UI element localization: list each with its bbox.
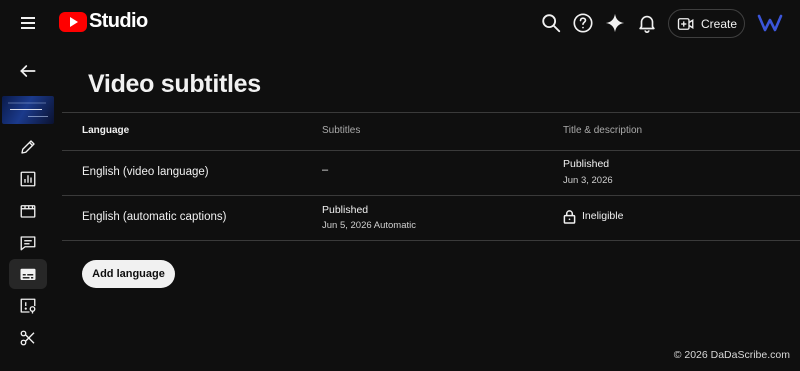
column-header-title-description: Title & description: [563, 125, 643, 136]
sidebar-item-editor[interactable]: [9, 196, 47, 226]
search-icon[interactable]: [540, 12, 562, 34]
row-subtitles-status[interactable]: –: [322, 164, 328, 176]
sidebar: [0, 46, 56, 371]
back-button[interactable]: [9, 56, 47, 86]
page-title: Video subtitles: [88, 70, 261, 98]
studio-logo[interactable]: Studio: [59, 10, 148, 33]
copyright-footer: © 2026 DaDaScribe.com: [673, 349, 790, 361]
sidebar-item-copyright[interactable]: [9, 291, 47, 321]
divider: [62, 150, 800, 151]
comments-icon: [20, 236, 36, 251]
divider: [62, 112, 800, 113]
create-video-icon: [677, 17, 694, 30]
edit-icon: [21, 140, 35, 154]
copyright-icon: [20, 298, 36, 314]
create-label: Create: [701, 16, 738, 31]
row-language[interactable]: English (automatic captions): [82, 211, 226, 223]
row-subtitles-date: Jun 5, 2026 Automatic: [322, 220, 417, 231]
add-language-button[interactable]: Add language: [82, 260, 175, 288]
create-button[interactable]: Create: [668, 9, 745, 38]
subtitles-icon: [20, 268, 36, 280]
sidebar-item-clips[interactable]: [9, 323, 47, 353]
column-header-subtitles: Subtitles: [322, 125, 361, 136]
editor-icon: [20, 205, 36, 218]
row-title-status[interactable]: Published: [563, 158, 609, 170]
video-thumbnail[interactable]: [2, 96, 54, 124]
row-language[interactable]: English (video language): [82, 166, 209, 178]
back-arrow-icon: [20, 65, 36, 77]
clips-icon: [20, 330, 35, 346]
row-subtitles-status[interactable]: Published: [322, 204, 368, 216]
sidebar-item-details[interactable]: [9, 132, 47, 162]
row-title-status[interactable]: Ineligible: [582, 210, 623, 222]
sidebar-item-analytics[interactable]: [9, 164, 47, 194]
divider: [62, 240, 800, 241]
sparkle-icon[interactable]: [604, 12, 626, 34]
column-header-language: Language: [82, 125, 130, 136]
help-icon[interactable]: [572, 12, 594, 34]
menu-icon[interactable]: [19, 14, 39, 32]
row-title-date: Jun 3, 2026: [563, 175, 613, 186]
divider: [62, 195, 800, 196]
logo-text: Studio: [89, 10, 148, 32]
sidebar-item-subtitles[interactable]: [9, 259, 47, 289]
sidebar-item-comments[interactable]: [9, 228, 47, 258]
youtube-play-icon: [59, 11, 87, 32]
lock-icon: [563, 210, 576, 224]
top-bar: Studio Create: [0, 0, 800, 46]
avatar[interactable]: [757, 10, 783, 36]
analytics-icon: [20, 171, 36, 187]
bell-icon[interactable]: [636, 12, 658, 34]
